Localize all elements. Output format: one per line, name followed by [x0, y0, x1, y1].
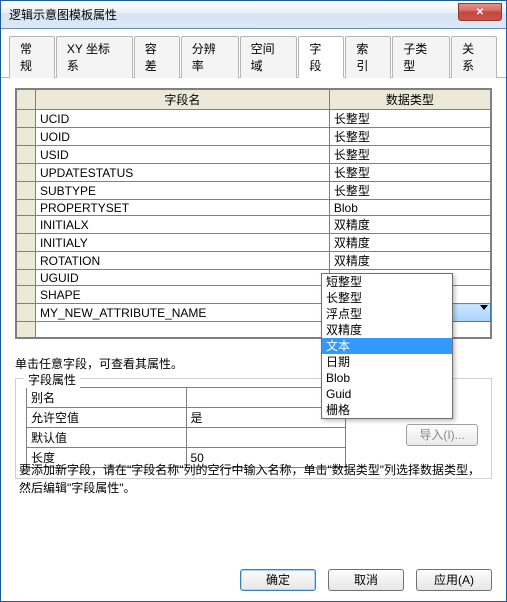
grid-header-type[interactable]: 数据类型: [329, 90, 490, 110]
titlebar: 逻辑示意图模板属性 ✕: [1, 1, 506, 29]
tab-subtype[interactable]: 子类型: [392, 36, 450, 78]
close-button[interactable]: ✕: [458, 3, 502, 21]
table-row[interactable]: USID长整型: [17, 146, 491, 164]
field-type-cell[interactable]: 双精度: [329, 252, 490, 270]
field-name-cell[interactable]: UOID: [35, 128, 329, 146]
row-header[interactable]: [17, 164, 36, 182]
property-value[interactable]: [186, 428, 346, 448]
field-name-cell[interactable]: USID: [35, 146, 329, 164]
dropdown-option[interactable]: 短整型: [322, 274, 452, 290]
field-type-cell[interactable]: 长整型: [329, 128, 490, 146]
field-name-cell[interactable]: UCID: [35, 110, 329, 128]
property-label: 默认值: [27, 428, 187, 448]
instruction-text: 要添加新字段，请在"字段名称"列的空行中输入名称，单击"数据类型"列选择数据类型…: [19, 461, 488, 497]
row-header[interactable]: [17, 110, 36, 128]
field-type-cell[interactable]: 长整型: [329, 182, 490, 200]
field-name-cell[interactable]: INITIALX: [35, 216, 329, 234]
field-properties-table: 别名允许空值是默认值长度50: [26, 387, 346, 468]
table-row[interactable]: UPDATESTATUS长整型: [17, 164, 491, 182]
dropdown-option[interactable]: Blob: [322, 370, 452, 386]
table-row[interactable]: PROPERTYSETBlob: [17, 200, 491, 216]
table-row[interactable]: INITIALX双精度: [17, 216, 491, 234]
row-header[interactable]: [17, 128, 36, 146]
datatype-dropdown-list[interactable]: 短整型长整型浮点型双精度文本日期BlobGuid栅格: [321, 273, 453, 419]
dropdown-option[interactable]: 文本: [322, 338, 452, 354]
table-row[interactable]: INITIALY双精度: [17, 234, 491, 252]
field-name-cell[interactable]: UPDATESTATUS: [35, 164, 329, 182]
field-name-cell[interactable]: ROTATION: [35, 252, 329, 270]
field-properties-legend: 字段属性: [24, 371, 80, 388]
table-row[interactable]: ROTATION双精度: [17, 252, 491, 270]
table-row[interactable]: UOID长整型: [17, 128, 491, 146]
field-type-cell[interactable]: 双精度: [329, 216, 490, 234]
field-type-cell[interactable]: 长整型: [329, 110, 490, 128]
tab-tolerance[interactable]: 容差: [134, 36, 180, 78]
import-button[interactable]: 导入(I)...: [406, 424, 478, 446]
table-row[interactable]: SUBTYPE长整型: [17, 182, 491, 200]
tab-general[interactable]: 常规: [9, 36, 55, 78]
field-name-cell[interactable]: UGUID: [35, 270, 329, 286]
tab-fields[interactable]: 字段: [298, 36, 344, 78]
cancel-button[interactable]: 取消: [328, 569, 404, 591]
property-label: 别名: [27, 388, 187, 408]
dialog-footer: 确定 取消 应用(A): [240, 569, 492, 591]
field-name-cell[interactable]: [35, 322, 329, 338]
field-type-cell[interactable]: 长整型: [329, 146, 490, 164]
tab-resolution[interactable]: 分辨率: [181, 36, 239, 78]
field-name-cell[interactable]: SHAPE: [35, 286, 329, 304]
row-header[interactable]: [17, 252, 36, 270]
row-header[interactable]: [17, 286, 36, 304]
row-header[interactable]: [17, 146, 36, 164]
tab-index[interactable]: 索引: [345, 36, 391, 78]
property-row: 允许空值是: [27, 408, 346, 428]
field-name-cell[interactable]: INITIALY: [35, 234, 329, 252]
field-name-cell[interactable]: PROPERTYSET: [35, 200, 329, 216]
dropdown-option[interactable]: Guid: [322, 386, 452, 402]
field-name-cell[interactable]: MY_NEW_ATTRIBUTE_NAME: [35, 304, 329, 322]
window-title: 逻辑示意图模板属性: [9, 6, 117, 23]
dropdown-option[interactable]: 日期: [322, 354, 452, 370]
property-row: 别名: [27, 388, 346, 408]
field-type-cell[interactable]: 双精度: [329, 234, 490, 252]
table-row[interactable]: UCID长整型: [17, 110, 491, 128]
row-header[interactable]: [17, 234, 36, 252]
row-header[interactable]: [17, 216, 36, 234]
row-header[interactable]: [17, 304, 36, 322]
field-type-cell[interactable]: Blob: [329, 200, 490, 216]
dropdown-option[interactable]: 栅格: [322, 402, 452, 418]
property-label: 允许空值: [27, 408, 187, 428]
row-header[interactable]: [17, 270, 36, 286]
field-type-cell[interactable]: 长整型: [329, 164, 490, 182]
dropdown-option[interactable]: 双精度: [322, 322, 452, 338]
close-icon: ✕: [476, 7, 484, 18]
property-row: 默认值: [27, 428, 346, 448]
dropdown-option[interactable]: 浮点型: [322, 306, 452, 322]
ok-button[interactable]: 确定: [240, 569, 316, 591]
tab-domain[interactable]: 空间域: [240, 36, 298, 78]
field-name-cell[interactable]: SUBTYPE: [35, 182, 329, 200]
chevron-down-icon[interactable]: [480, 305, 488, 310]
grid-corner: [17, 90, 36, 110]
row-header[interactable]: [17, 322, 36, 338]
tab-relation[interactable]: 关系: [451, 36, 497, 78]
grid-header-name[interactable]: 字段名: [35, 90, 329, 110]
row-header[interactable]: [17, 182, 36, 200]
row-header[interactable]: [17, 200, 36, 216]
apply-button[interactable]: 应用(A): [416, 569, 492, 591]
tab-strip: 常规 XY 坐标系 容差 分辨率 空间域 字段 索引 子类型 关系: [1, 29, 506, 78]
dropdown-option[interactable]: 长整型: [322, 290, 452, 306]
tab-xy[interactable]: XY 坐标系: [56, 36, 133, 78]
